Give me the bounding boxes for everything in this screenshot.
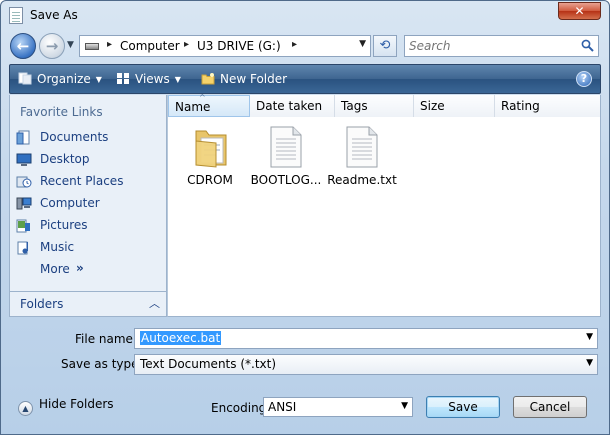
refresh-button[interactable]: ⟲	[373, 35, 397, 57]
back-arrow-icon: ←	[16, 37, 30, 55]
recent-places-icon	[16, 176, 32, 188]
documents-icon	[16, 130, 30, 145]
favorite-links-heading: Favorite Links	[20, 105, 103, 119]
views-label: Views	[135, 72, 170, 86]
file-list: ^ Name Date taken Tags Size Rating CDROM	[167, 93, 601, 317]
views-button[interactable]: Views ▼	[116, 72, 181, 86]
column-label: Tags	[341, 99, 368, 113]
refresh-icon: ⟲	[379, 38, 391, 53]
sidebar-item-label: Pictures	[40, 218, 88, 232]
new-folder-label: New Folder	[220, 72, 288, 86]
encoding-select[interactable]: ANSI ▼	[263, 397, 413, 417]
chevron-right-icon[interactable]: ▸	[292, 39, 297, 50]
chevron-down-icon[interactable]: ▼	[586, 358, 593, 368]
notepad-icon	[9, 7, 23, 24]
file-name: BOOTLOG...	[250, 173, 322, 187]
navigation-pane: Favorite Links Documents Desktop Recent …	[9, 95, 167, 317]
sidebar-item-desktop[interactable]: Desktop	[16, 150, 161, 170]
recent-pages-dropdown[interactable]: ▼	[67, 41, 76, 50]
chevron-up-icon: ︿	[149, 297, 160, 310]
new-folder-button[interactable]: New Folder	[201, 72, 287, 86]
file-name-field[interactable]: Autoexec.bat ▼	[134, 328, 598, 349]
column-header-size[interactable]: Size	[414, 95, 495, 117]
column-header-name[interactable]: ^ Name	[168, 93, 250, 117]
file-item-folder[interactable]: CDROM	[170, 125, 250, 195]
help-button[interactable]: ?	[576, 71, 592, 87]
text-file-icon	[346, 126, 378, 168]
address-bar[interactable]: ▸ Computer ▸ U3 DRIVE (G:) ▸ ▼	[79, 35, 371, 57]
save-as-type-value: Text Documents (*.txt)	[140, 357, 277, 371]
column-label: Rating	[501, 99, 540, 113]
column-label: Date taken	[256, 99, 323, 113]
file-item-text[interactable]: BOOTLOG...	[246, 125, 326, 195]
views-icon	[117, 73, 129, 84]
sidebar-item-recent-places[interactable]: Recent Places	[16, 172, 161, 192]
breadcrumb-drive[interactable]: U3 DRIVE (G:)	[197, 39, 281, 53]
window-title: Save As	[30, 8, 78, 22]
pictures-icon	[16, 219, 30, 233]
new-folder-icon	[201, 73, 215, 85]
save-button[interactable]: Save	[426, 396, 500, 418]
desktop-icon	[16, 153, 32, 166]
more-link[interactable]: More	[40, 262, 70, 276]
encoding-label: Encoding:	[211, 401, 271, 415]
sidebar-item-music[interactable]: Music	[16, 238, 161, 258]
sidebar-item-label: Music	[40, 240, 75, 254]
forward-arrow-icon: →	[45, 37, 59, 55]
double-chevron-right-icon[interactable]: »	[76, 261, 84, 275]
folders-label: Folders	[20, 297, 64, 311]
chevron-up-icon: ▲	[18, 401, 33, 416]
organize-icon	[18, 72, 32, 85]
chevron-right-icon[interactable]: ▸	[107, 39, 112, 50]
column-header-tags[interactable]: Tags	[335, 95, 414, 117]
chevron-down-icon[interactable]: ▼	[586, 332, 593, 342]
hide-folders-label: Hide Folders	[39, 397, 114, 411]
organize-button[interactable]: Organize ▼	[18, 72, 102, 86]
column-header-date-taken[interactable]: Date taken	[250, 95, 335, 117]
save-as-type-select[interactable]: Text Documents (*.txt) ▼	[134, 354, 598, 375]
file-name-label: File name:	[75, 332, 137, 346]
drive-icon	[85, 43, 99, 50]
file-name: Readme.txt	[327, 173, 397, 187]
chevron-right-icon[interactable]: ▸	[184, 39, 189, 50]
column-label: Name	[175, 100, 211, 114]
sort-ascending-icon: ^	[199, 93, 206, 102]
chevron-down-icon[interactable]: ▼	[359, 39, 366, 49]
sidebar-item-label: Recent Places	[40, 174, 124, 188]
chevron-down-icon: ▼	[174, 75, 181, 84]
chevron-down-icon: ▼	[95, 75, 102, 84]
encoding-value: ANSI	[268, 400, 297, 414]
text-file-icon	[270, 126, 302, 168]
sidebar-item-documents[interactable]: Documents	[16, 128, 161, 148]
close-button[interactable]: ✕	[558, 2, 601, 20]
folders-toggle[interactable]: Folders ︿	[10, 291, 166, 316]
music-icon	[17, 241, 28, 255]
breadcrumb-computer[interactable]: Computer	[120, 39, 180, 53]
save-as-dialog: Save As ✕ ← → ▼ ▸ Computer ▸ U3 DRIVE (G…	[0, 0, 610, 435]
sidebar-item-pictures[interactable]: Pictures	[16, 216, 161, 236]
organize-label: Organize	[37, 72, 91, 86]
search-box[interactable]	[404, 35, 599, 57]
file-name: CDROM	[187, 173, 233, 187]
search-icon[interactable]	[581, 39, 594, 52]
sidebar-item-label: Documents	[40, 130, 109, 144]
column-label: Size	[420, 99, 445, 113]
computer-icon	[16, 197, 32, 210]
sidebar-item-computer[interactable]: Computer	[16, 194, 161, 214]
forward-button[interactable]: →	[39, 33, 65, 59]
search-input[interactable]	[409, 38, 574, 54]
back-button[interactable]: ←	[10, 33, 36, 59]
column-header-rating[interactable]: Rating	[495, 95, 600, 117]
file-name-value[interactable]: Autoexec.bat	[140, 331, 222, 345]
file-item-text[interactable]: Readme.txt	[322, 125, 402, 195]
chevron-down-icon[interactable]: ▼	[401, 401, 408, 411]
sidebar-item-label: Desktop	[40, 152, 90, 166]
sidebar-item-label: Computer	[40, 196, 100, 210]
cancel-button[interactable]: Cancel	[513, 396, 587, 418]
folder-icon	[195, 130, 227, 168]
command-bar: Organize ▼ Views ▼ New Folder ?	[9, 64, 601, 94]
hide-folders-button[interactable]: ▲ Hide Folders	[18, 397, 114, 416]
title-bar: Save As ✕	[1, 1, 609, 31]
save-as-type-label: Save as type:	[61, 357, 143, 371]
